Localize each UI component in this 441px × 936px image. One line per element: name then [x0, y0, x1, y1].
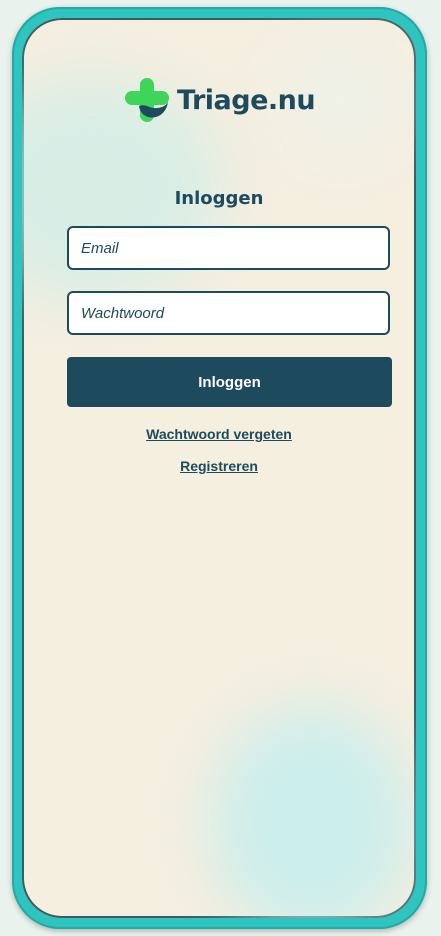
background-glow [212, 708, 412, 918]
page-title: Inloggen [174, 188, 264, 209]
app-logo: Triage.nu [125, 78, 316, 122]
email-field[interactable] [67, 226, 390, 270]
green-cross-with-wave-icon [125, 78, 169, 122]
password-field[interactable] [67, 291, 390, 335]
register-link[interactable]: Registreren [22, 458, 416, 474]
brand-name: Triage.nu [177, 84, 316, 116]
login-button[interactable]: Inloggen [67, 357, 392, 407]
login-screen: Triage.nu Inloggen Inloggen Wachtwoord v… [22, 18, 416, 918]
forgot-password-link[interactable]: Wachtwoord vergeten [22, 426, 416, 442]
